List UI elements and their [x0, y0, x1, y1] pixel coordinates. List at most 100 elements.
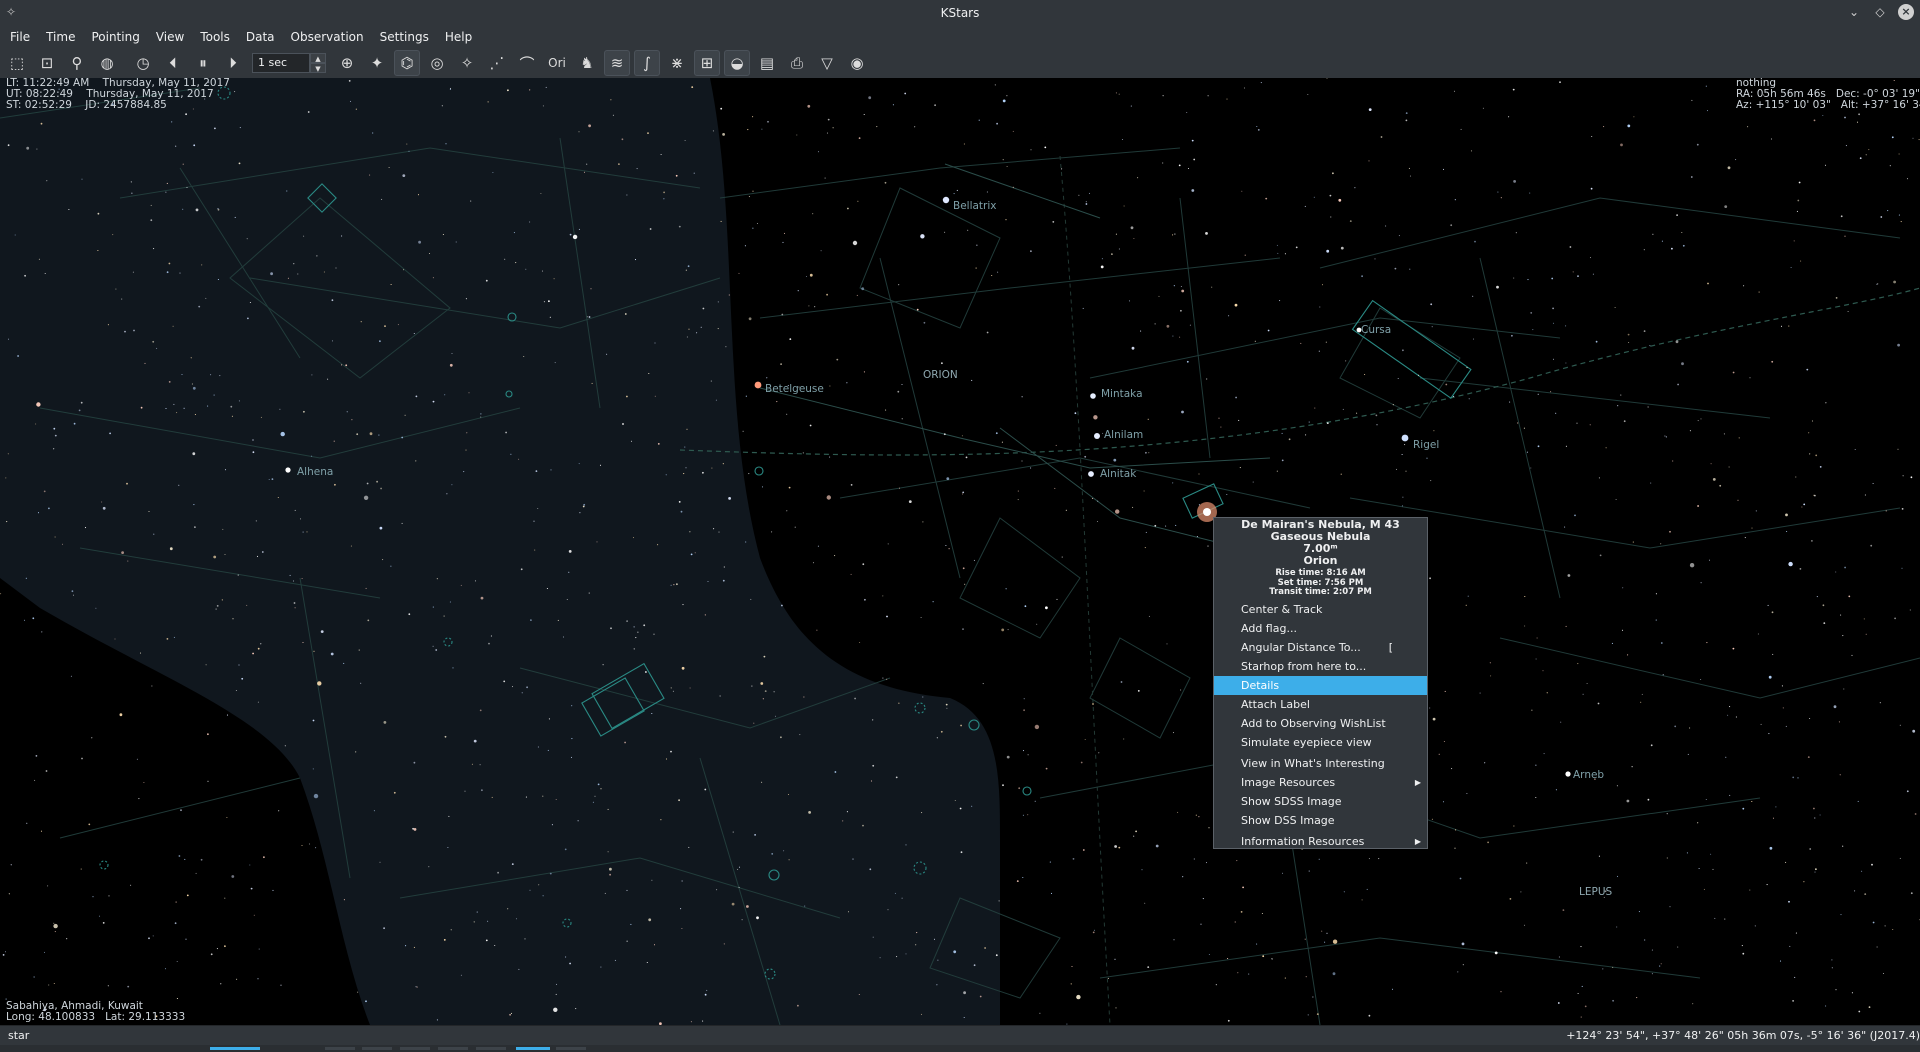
location-info-box: Sabahiya, Ahmadi, Kuwait Long: 48.100833… — [6, 1001, 185, 1023]
submenu-arrow-icon: ▶ — [1414, 836, 1421, 846]
eyepiece-icon[interactable]: ▽ — [814, 50, 840, 76]
spin-up-icon[interactable]: ▲ — [310, 53, 326, 63]
maximize-icon[interactable]: ◇ — [1872, 4, 1888, 20]
menu-view[interactable]: View — [148, 30, 192, 44]
menu-item-eyepiece-view[interactable]: Simulate eyepiece view — [1214, 733, 1427, 752]
focus-info-box: nothing RA: 05h 56m 46s Dec: -0° 03' 19"… — [1736, 78, 1920, 111]
sky-label-alnitak[interactable]: Alnitak — [1100, 469, 1136, 480]
horizon-icon[interactable]: ◒ — [724, 50, 750, 76]
taskbar-segment[interactable] — [556, 1047, 586, 1050]
menu-item-whats-interesting[interactable]: View in What's Interesting — [1214, 754, 1427, 773]
target-icon[interactable]: ◎ — [424, 50, 450, 76]
crosshair-icon[interactable]: ⊕ — [334, 50, 360, 76]
location-coords: Long: 48.100833 Lat: 29.113333 — [6, 1011, 186, 1023]
sky-label-rigel[interactable]: Rigel — [1413, 440, 1439, 451]
zoom-box-icon[interactable]: ⬚ — [4, 50, 30, 76]
sky-label-lepus[interactable]: LEPUS — [1579, 887, 1612, 898]
zoom-fit-icon[interactable]: ⊡ — [34, 50, 60, 76]
menu-observation[interactable]: Observation — [283, 30, 372, 44]
ecliptic-icon[interactable]: ∫ — [634, 50, 660, 76]
taskbar-segment[interactable] — [476, 1047, 506, 1050]
menu-pointing[interactable]: Pointing — [83, 30, 147, 44]
ecliptic-line — [679, 287, 1920, 456]
star-icon[interactable]: ✧ — [454, 50, 480, 76]
sky-label-alhena[interactable]: Alhena — [297, 467, 333, 478]
step-back-icon[interactable]: ⏴ — [160, 50, 186, 76]
sky-canvas[interactable] — [0, 78, 1920, 1025]
menu-item-sdss-image[interactable]: Show SDSS Image — [1214, 792, 1427, 811]
find-icon[interactable]: ⚲ — [64, 50, 90, 76]
sky-label-mintaka[interactable]: Mintaka — [1101, 389, 1143, 400]
sky-label-orion[interactable]: ORION — [923, 370, 958, 381]
menu-time[interactable]: Time — [38, 30, 83, 44]
angular-distance-shortcut: [ — [1388, 640, 1393, 654]
step-forward-icon[interactable]: ⏵ — [220, 50, 246, 76]
equatorial-grid-icon[interactable]: ⊞ — [694, 50, 720, 76]
object-context-menu: De Mairan's Nebula, M 43 Gaseous Nebula … — [1213, 517, 1428, 849]
constellation-boundaries-icon[interactable]: ⋰ — [484, 50, 510, 76]
sky-label-arneb[interactable]: Arneb — [1573, 770, 1604, 781]
menu-file[interactable]: File — [0, 30, 38, 44]
menu-item-center-track[interactable]: Center & Track — [1214, 600, 1427, 619]
menu-item-attach-label[interactable]: Attach Label — [1214, 695, 1427, 714]
image-resources-label: Image Resources — [1241, 775, 1336, 789]
transit-time: Transit time: 2:07 PM — [1269, 587, 1372, 597]
status-bar: star +124° 23' 54", +37° 48' 26" 05h 36m… — [0, 1025, 1920, 1046]
pause-icon[interactable]: ⏸ — [190, 50, 216, 76]
milky-way-icon[interactable]: ≋ — [604, 50, 630, 76]
spin-down-icon[interactable]: ▼ — [310, 63, 326, 73]
globe-icon[interactable]: ◍ — [94, 50, 120, 76]
taskbar-segment[interactable] — [516, 1047, 550, 1050]
time-step-field[interactable]: 1 sec — [252, 53, 310, 73]
taskbar-segment[interactable] — [400, 1047, 430, 1050]
menu-item-information-resources[interactable]: Information Resources ▶ — [1214, 832, 1427, 851]
taskbar-segment[interactable] — [210, 1047, 260, 1050]
sky-map[interactable]: Bellatrix ORION Betelgeuse Mintaka Alnil… — [0, 78, 1920, 1025]
sky-label-bellatrix[interactable]: Bellatrix — [953, 201, 997, 212]
object-constellation: Orion — [1303, 554, 1338, 567]
submenu-arrow-icon: ▶ — [1414, 777, 1421, 787]
taskbar-segment[interactable] — [438, 1047, 468, 1050]
menu-bar: File Time Pointing View Tools Data Obser… — [0, 26, 1920, 48]
layout-icon[interactable]: ▤ — [754, 50, 780, 76]
constellation-lines-icon[interactable]: ⌬ — [394, 50, 420, 76]
rabbit-icon[interactable]: ♞ — [574, 50, 600, 76]
menu-item-details[interactable]: Details — [1214, 675, 1427, 695]
minimize-icon[interactable]: ⌄ — [1846, 4, 1862, 20]
kstars-icon[interactable]: ✧ — [6, 5, 20, 19]
sky-label-alnilam[interactable]: Alnilam — [1104, 430, 1143, 441]
sidereal-time: ST: 02:52:29 JD: 2457884.85 — [6, 99, 167, 111]
menu-item-angular-distance[interactable]: Angular Distance To... [ — [1214, 638, 1427, 657]
focus-az-alt: Az: +115° 10' 03" Alt: +37° 16' 34" — [1736, 99, 1920, 111]
menu-help[interactable]: Help — [437, 30, 480, 44]
stars-icon[interactable]: ✦ — [364, 50, 390, 76]
context-menu-header: De Mairan's Nebula, M 43 Gaseous Nebula … — [1214, 518, 1427, 598]
milky-way — [0, 78, 1000, 1025]
menu-data[interactable]: Data — [238, 30, 283, 44]
menu-item-add-wishlist[interactable]: Add to Observing WishList — [1214, 714, 1427, 733]
sky-label-cursa[interactable]: Cursa — [1361, 325, 1391, 336]
angular-distance-label: Angular Distance To... — [1241, 640, 1361, 654]
taskbar-segment[interactable] — [362, 1047, 392, 1050]
menu-item-image-resources[interactable]: Image Resources ▶ — [1214, 773, 1427, 792]
time-info-box: LT: 11:22:49 AM Thursday, May 11, 2017 U… — [6, 78, 230, 111]
menu-item-dss-image[interactable]: Show DSS Image — [1214, 811, 1427, 830]
grid-icon[interactable]: ⋇ — [664, 50, 690, 76]
time-step-stepper[interactable]: ▲ ▼ — [310, 53, 326, 73]
close-icon[interactable]: × — [1898, 4, 1914, 20]
telescope-icon[interactable]: ⎙ — [784, 50, 810, 76]
taskbar-segment[interactable] — [325, 1047, 355, 1050]
menu-tools[interactable]: Tools — [192, 30, 238, 44]
ori-label-icon[interactable]: Ori — [544, 50, 570, 76]
information-resources-label: Information Resources — [1241, 834, 1365, 848]
toolbar: ⬚ ⊡ ⚲ ◍ ◷ ⏴ ⏸ ⏵ 1 sec ▲ ▼ ⊕ ✦ ⌬ ◎ ✧ ⋰ ⌒ … — [0, 48, 1920, 79]
sky-label-betelgeuse[interactable]: Betelgeuse — [765, 384, 824, 395]
menu-item-starhop[interactable]: Starhop from here to... — [1214, 657, 1427, 676]
satellite-icon[interactable]: ⌒ — [514, 50, 540, 76]
menu-item-add-flag[interactable]: Add flag... — [1214, 619, 1427, 638]
status-coordinates: +124° 23' 54", +37° 48' 26" 05h 36m 07s,… — [1566, 1029, 1920, 1042]
title-bar: ✧ KStars ⌄ ◇ × — [0, 0, 1920, 27]
menu-settings[interactable]: Settings — [372, 30, 437, 44]
clock-icon[interactable]: ◷ — [130, 50, 156, 76]
galaxy-icon[interactable]: ◉ — [844, 50, 870, 76]
